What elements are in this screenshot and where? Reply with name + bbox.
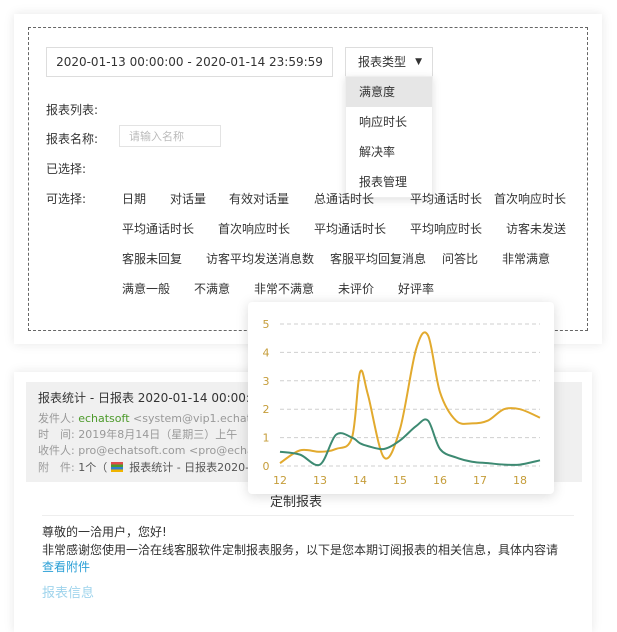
x-tick-label: 15: [393, 474, 407, 487]
option-item[interactable]: 平均通话时长: [122, 220, 194, 237]
option-item[interactable]: 非常不满意: [254, 280, 314, 297]
option-item[interactable]: 未评价: [338, 280, 374, 297]
date-range-picker[interactable]: 2020-01-13 00:00:00 - 2020-01-14 23:59:5…: [46, 47, 333, 77]
option-item[interactable]: 平均通话时长: [410, 190, 482, 207]
y-tick-label: 1: [263, 432, 270, 445]
x-tick-label: 12: [273, 474, 287, 487]
y-tick-label: 5: [263, 318, 270, 331]
time-value: 2019年8月14日（星期三）上午: [78, 428, 238, 441]
report-config-card: 2020-01-13 00:00:00 - 2020-01-14 23:59:5…: [14, 14, 602, 344]
option-item[interactable]: 客服未回复: [122, 250, 182, 267]
series-line-2: [279, 418, 541, 467]
sender-name[interactable]: echatsoft: [78, 412, 129, 425]
option-item[interactable]: 访客未发送: [506, 220, 566, 237]
mail-body-text: 非常感谢您使用一洽在线客服软件定制报表服务，以下是您本期订阅报表的相关信息，具体…: [42, 543, 559, 557]
option-item[interactable]: 不满意: [194, 280, 230, 297]
x-tick-label: 14: [353, 474, 367, 487]
x-tick-label: 13: [313, 474, 327, 487]
mail-subject: 报表统计 - 日报表 2020-01-14 00:00:00: [38, 391, 266, 405]
option-item[interactable]: 平均响应时长: [410, 220, 482, 237]
menu-item-satisfaction[interactable]: 满意度: [346, 77, 432, 107]
option-item[interactable]: 对话量: [170, 190, 206, 207]
to-label: 收件人:: [38, 444, 75, 457]
view-attachment-link[interactable]: 查看附件: [42, 558, 90, 575]
mail-time-row: 时 间: 2019年8月14日（星期三）上午: [38, 426, 237, 442]
report-name-input[interactable]: 请输入名称: [119, 125, 221, 147]
sender-label: 发件人:: [38, 412, 75, 425]
y-tick-label: 0: [263, 460, 270, 473]
x-tick-label: 18: [513, 474, 527, 487]
option-item[interactable]: 客服平均回复消息: [330, 250, 426, 267]
option-item[interactable]: 日期: [122, 190, 146, 207]
selected-label: 已选择:: [46, 162, 87, 176]
option-item[interactable]: 非常满意: [502, 250, 550, 267]
caret-down-icon: ▼: [415, 57, 422, 67]
divider: [42, 515, 574, 516]
option-item[interactable]: 好评率: [398, 280, 434, 297]
menu-item-response-time[interactable]: 响应时长: [346, 107, 432, 137]
option-item[interactable]: 首次响应时长: [494, 190, 566, 207]
y-tick-label: 2: [263, 403, 270, 416]
spreadsheet-icon: [110, 462, 123, 472]
time-label: 时 间:: [38, 428, 75, 441]
report-type-label: 报表类型: [358, 55, 407, 69]
y-tick-label: 4: [263, 346, 270, 359]
option-item[interactable]: 平均通话时长: [314, 220, 386, 237]
report-name-label: 报表名称:: [46, 132, 99, 146]
mail-greeting: 尊敬的一洽用户，您好!: [42, 525, 167, 539]
x-tick-label: 16: [433, 474, 447, 487]
x-tick-label: 17: [473, 474, 487, 487]
option-item[interactable]: 首次响应时长: [218, 220, 290, 237]
attach-count: 1个（: [78, 461, 108, 474]
report-type-select[interactable]: 报表类型 ▼: [345, 47, 433, 77]
report-list-label: 报表列表:: [46, 103, 99, 117]
option-item[interactable]: 访客平均发送消息数: [206, 250, 314, 267]
mail-attach-row: 附 件: 1个（ 报表统计 - 日报表2020-01-14: [38, 459, 281, 475]
report-info-heading: 报表信息: [42, 586, 95, 601]
option-item[interactable]: 总通话时长: [314, 190, 374, 207]
option-item[interactable]: 问答比: [442, 250, 478, 267]
attach-label: 附 件:: [38, 461, 75, 474]
selectable-label: 可选择:: [46, 192, 87, 206]
line-chart-card: 0 1 2 3 4 5 12 13 14 15 16 17 18: [248, 302, 554, 494]
menu-item-resolution-rate[interactable]: 解决率: [346, 137, 432, 167]
line-chart: 01234512 13 14 15 16 17 18: [263, 318, 541, 487]
y-tick-label: 3: [263, 375, 270, 388]
report-type-menu: 满意度 响应时长 解决率 报表管理: [345, 76, 433, 198]
option-item[interactable]: 满意一般: [122, 280, 170, 297]
option-item[interactable]: 有效对话量: [229, 190, 289, 207]
